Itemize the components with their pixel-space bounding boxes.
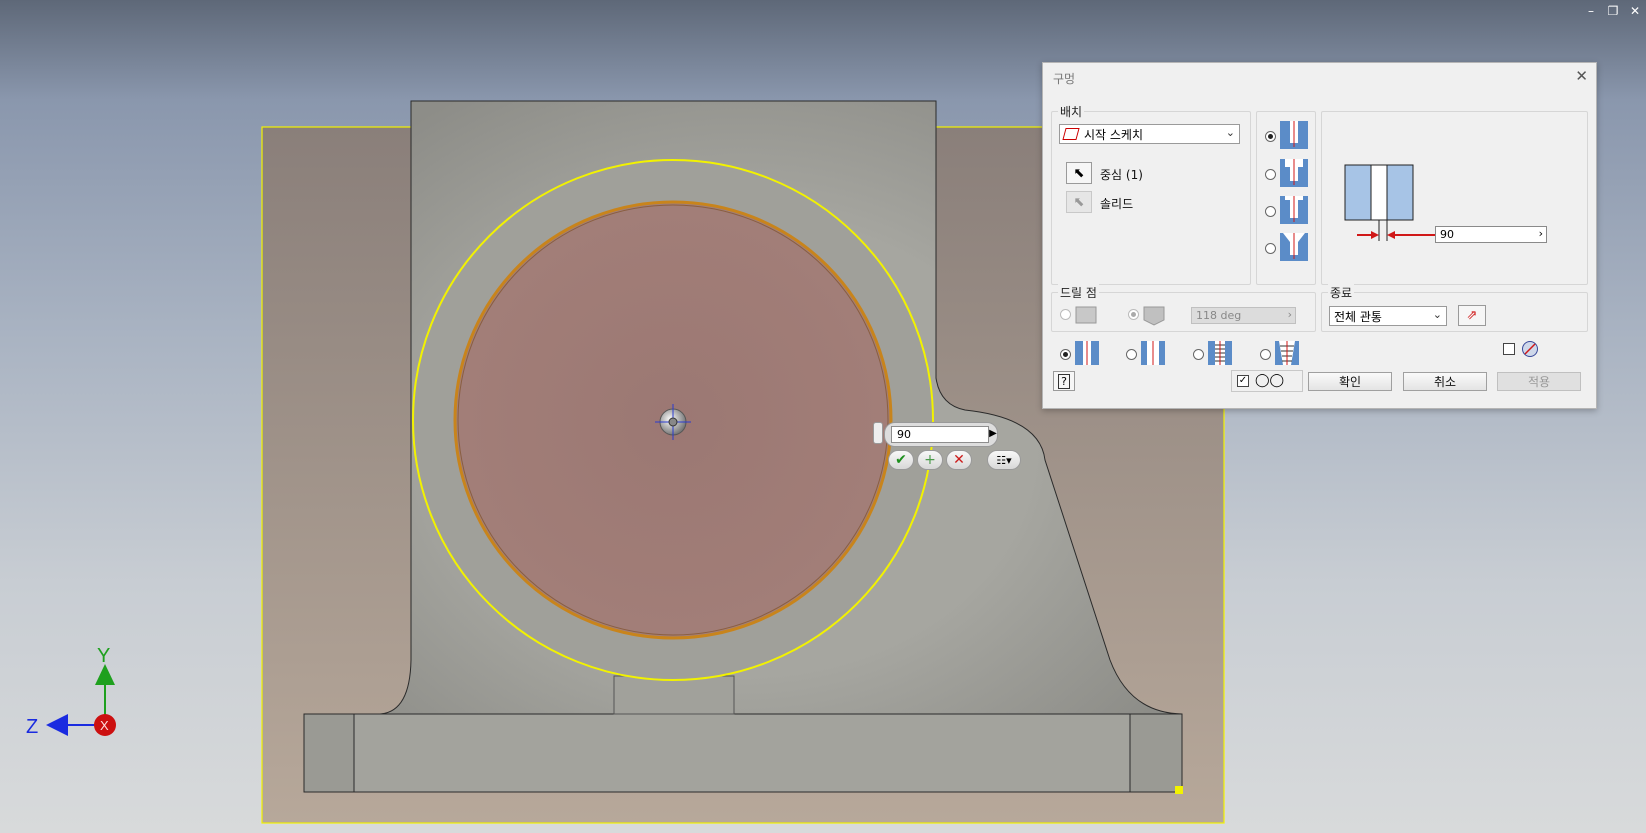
- tapped-icon: [1208, 341, 1232, 365]
- cursor-arrow-icon: ⬉: [1073, 194, 1085, 210]
- drill-point-angle-radio[interactable]: [1128, 309, 1139, 320]
- base-slot-left: [303, 713, 355, 793]
- help-icon: ?: [1058, 373, 1070, 389]
- imaginary-point-icon: [1522, 341, 1538, 357]
- drill-point-flat-radio[interactable]: [1060, 309, 1071, 320]
- hole-type-countersink-radio[interactable]: [1265, 243, 1276, 254]
- mini-expand-icon[interactable]: ▶: [988, 425, 998, 442]
- ok-check-icon[interactable]: ✔: [888, 450, 914, 470]
- apply-button[interactable]: 적용: [1497, 372, 1581, 391]
- center-label: 중심 (1): [1100, 168, 1143, 182]
- countersink-icon: [1280, 233, 1308, 261]
- mini-options-icon[interactable]: ☷▾: [987, 450, 1021, 470]
- glasses-icon: ◯◯: [1255, 373, 1285, 388]
- solid-select-button[interactable]: ⬉: [1066, 191, 1092, 213]
- window-controls: – ❐ ✕: [1584, 4, 1642, 18]
- drill-angle-value: 118 deg: [1196, 309, 1242, 322]
- diameter-mini-input[interactable]: 90: [891, 426, 989, 443]
- spotface-icon: [1280, 196, 1308, 224]
- chevron-right-icon: ›: [1287, 308, 1292, 321]
- chevron-right-icon: ›: [1538, 227, 1543, 240]
- diameter-input[interactable]: 90 ›: [1435, 226, 1547, 243]
- center-select-button[interactable]: ⬉: [1066, 162, 1092, 184]
- cancel-button[interactable]: 취소: [1403, 372, 1487, 391]
- thread-clearance-radio[interactable]: [1126, 349, 1137, 360]
- chevron-down-icon: ⌄: [1225, 126, 1235, 139]
- solid-label: 솔리드: [1100, 197, 1134, 211]
- apply-plus-icon[interactable]: +: [917, 450, 943, 470]
- termination-group-label: 종료: [1328, 284, 1355, 301]
- clearance-icon: [1141, 341, 1165, 365]
- hole-type-simple-radio[interactable]: [1265, 131, 1276, 142]
- mini-toolbar-grip[interactable]: [873, 422, 883, 444]
- axis-y-label: Y: [97, 645, 110, 667]
- chevron-down-icon: ⌄: [1432, 308, 1442, 321]
- axis-z-label: Z: [26, 716, 38, 738]
- sketch-icon: [1062, 128, 1080, 140]
- sketch-corner-marker: [1175, 786, 1183, 794]
- taper-tapped-icon: [1275, 341, 1299, 365]
- thread-simple-radio[interactable]: [1060, 349, 1071, 360]
- close-icon[interactable]: ✕: [1628, 4, 1642, 18]
- placement-group-label: 배치: [1058, 103, 1085, 120]
- thread-tapped-radio[interactable]: [1193, 349, 1204, 360]
- drill-angle-input[interactable]: 118 deg ›: [1191, 307, 1296, 324]
- placement-type-select[interactable]: 시작 스케치 ⌄: [1059, 124, 1240, 144]
- hole-type-counterbore-radio[interactable]: [1265, 169, 1276, 180]
- dialog-title: 구멍: [1053, 72, 1076, 86]
- base-slot-right: [1129, 713, 1183, 793]
- axis-x-label: X: [100, 718, 109, 733]
- ok-button[interactable]: 확인: [1308, 372, 1392, 391]
- diameter-value: 90: [1440, 228, 1454, 241]
- help-button[interactable]: ?: [1053, 371, 1075, 391]
- infer-imaginary-checkbox[interactable]: [1503, 343, 1515, 355]
- flat-drill-icon: [1075, 306, 1097, 324]
- simple-hole-icon: [1280, 121, 1308, 149]
- counterbore-icon: [1280, 159, 1308, 187]
- simple-thread-icon: [1075, 341, 1099, 365]
- cancel-x-icon[interactable]: ✕: [946, 450, 972, 470]
- flip-arrow-icon: ⇗: [1466, 308, 1478, 323]
- cursor-arrow-icon: ⬉: [1073, 165, 1085, 181]
- hole-dialog: 구멍 ✕ 배치 시작 스케치 ⌄ ⬉ 중심 (1) ⬉ 솔리드 90 › 드릴 …: [1042, 62, 1597, 409]
- base-plate: [303, 713, 1183, 793]
- dialog-close-icon[interactable]: ✕: [1575, 67, 1588, 85]
- minimize-icon[interactable]: –: [1584, 4, 1598, 18]
- termination-select[interactable]: 전체 관통 ⌄: [1329, 306, 1447, 326]
- preview-checkbox[interactable]: ✓: [1237, 375, 1249, 387]
- thread-taper-radio[interactable]: [1260, 349, 1271, 360]
- restore-icon[interactable]: ❐: [1606, 4, 1620, 18]
- placement-type-value: 시작 스케치: [1084, 127, 1144, 142]
- neck: [613, 675, 735, 715]
- hole-type-spotface-radio[interactable]: [1265, 206, 1276, 217]
- flip-direction-button[interactable]: ⇗: [1458, 305, 1486, 326]
- angle-drill-icon: [1143, 306, 1165, 326]
- drill-point-group-label: 드릴 점: [1058, 284, 1099, 301]
- termination-value: 전체 관통: [1334, 309, 1382, 324]
